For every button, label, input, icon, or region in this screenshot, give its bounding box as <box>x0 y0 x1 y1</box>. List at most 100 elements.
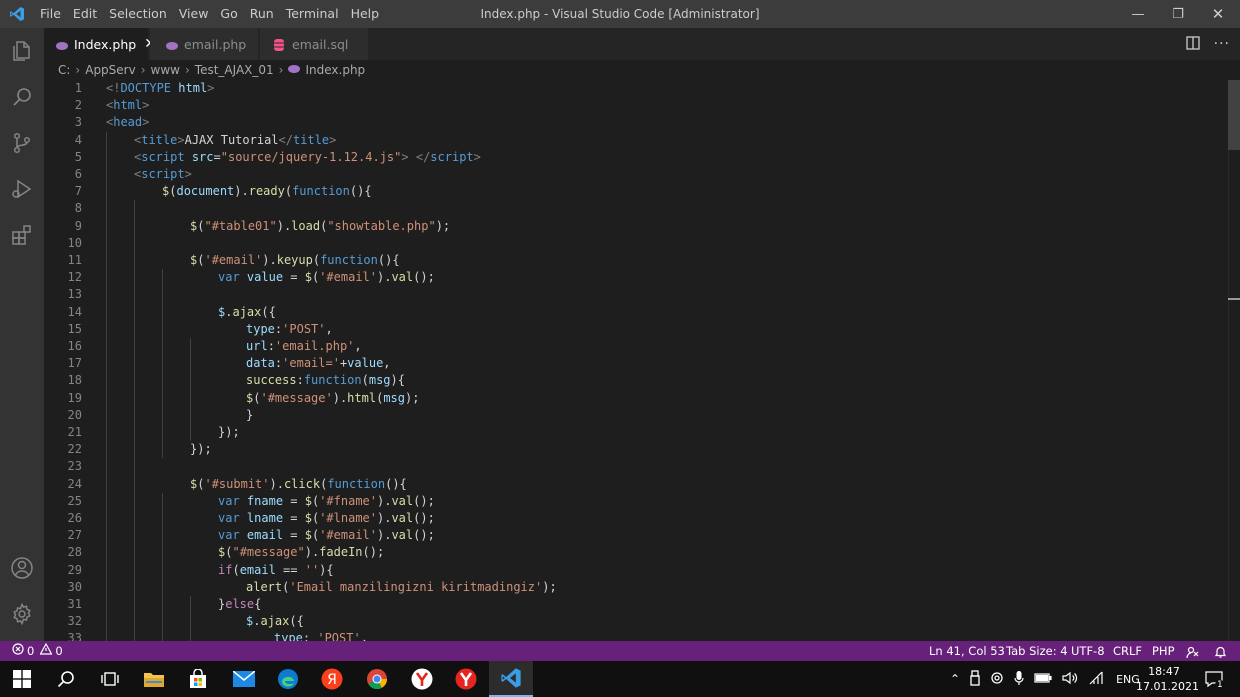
code-line[interactable]: 11 $('#email').keyup(function(){ <box>44 252 1224 269</box>
breadcrumb-item[interactable]: AppServ <box>85 63 135 77</box>
breadcrumb-item[interactable]: www <box>151 63 180 77</box>
microphone-icon[interactable] <box>1014 670 1024 689</box>
tab-index-php[interactable]: Index.php ✕ <box>44 28 156 60</box>
store-icon[interactable] <box>176 661 220 697</box>
menu-view[interactable]: View <box>173 0 215 28</box>
yandex-icon[interactable]: Я <box>310 661 354 697</box>
extensions-icon[interactable] <box>0 212 44 258</box>
more-actions-icon[interactable]: ··· <box>1214 36 1230 52</box>
code-text: type: 'POST', <box>274 631 368 641</box>
source-control-icon[interactable] <box>0 120 44 166</box>
problems-indicator[interactable]: 0 0 <box>12 641 63 661</box>
code-line[interactable]: 6 <script> <box>44 166 1224 183</box>
code-line[interactable]: 33 type: 'POST', <box>44 630 1224 641</box>
windows-start-icon[interactable] <box>0 661 44 697</box>
language-mode[interactable]: PHP <box>1152 641 1175 661</box>
code-line[interactable]: 2 <html> <box>44 97 1224 114</box>
code-line[interactable]: 22}); <box>44 441 1224 458</box>
restore-button[interactable]: ❐ <box>1158 0 1198 28</box>
code-line[interactable]: 5 <script src="source/jquery-1.12.4.js"> … <box>44 149 1224 166</box>
menu-terminal[interactable]: Terminal <box>280 0 345 28</box>
code-text: }else{ <box>218 597 262 611</box>
indent-guide <box>190 338 191 442</box>
code-line[interactable]: 18 success:function(msg){ <box>44 372 1224 389</box>
split-editor-icon[interactable] <box>1185 35 1200 54</box>
code-line[interactable]: 9 $("#table01").load("showtable.php"); <box>44 218 1224 235</box>
search-icon[interactable] <box>0 74 44 120</box>
code-line[interactable]: 1 <!DOCTYPE html> <box>44 80 1224 97</box>
code-line[interactable]: 32 $.ajax({ <box>44 613 1224 630</box>
code-line[interactable]: 17 data:'email='+value, <box>44 355 1224 372</box>
code-text: $("#message").fadeIn(); <box>218 545 385 560</box>
breadcrumb-item[interactable]: Test_AJAX_01 <box>195 63 274 77</box>
settings-gear-icon[interactable] <box>0 591 44 637</box>
code-line[interactable]: 26 var lname = $('#lname').val(); <box>44 510 1224 527</box>
breadcrumb-item[interactable]: Index.php <box>305 63 365 77</box>
code-line[interactable]: 20} <box>44 407 1224 424</box>
code-line[interactable]: 21}); <box>44 424 1224 441</box>
code-line[interactable]: 10 <box>44 235 1224 252</box>
code-line[interactable]: 29 if(email == ''){ <box>44 562 1224 579</box>
breadcrumb-item[interactable]: C: <box>58 63 70 77</box>
action-center-button[interactable]: 1 <box>1201 661 1227 697</box>
edge-icon[interactable] <box>266 661 310 697</box>
vpn-icon[interactable] <box>990 671 1004 688</box>
code-line[interactable]: 7 $(document).ready(function(){ <box>44 183 1224 200</box>
scrollbar-thumb[interactable] <box>1228 80 1240 150</box>
line-number: 7 <box>74 184 82 199</box>
code-line[interactable]: 31}else{ <box>44 596 1224 613</box>
show-hidden-icons-icon[interactable]: ⌃ <box>950 672 960 686</box>
end-of-line[interactable]: CRLF <box>1113 641 1142 661</box>
minimize-button[interactable]: — <box>1118 0 1158 28</box>
tab-size[interactable]: Tab Size: 4 <box>1006 641 1068 661</box>
menu-help[interactable]: Help <box>345 0 386 28</box>
editor-scrollbar[interactable] <box>1228 80 1240 641</box>
code-line[interactable]: 8 <box>44 200 1224 217</box>
clock[interactable]: 18:47 17.01.2021 <box>1136 664 1199 694</box>
notification-count-badge: 1 <box>1215 680 1225 690</box>
code-line[interactable]: 24 $('#submit').click(function(){ <box>44 476 1224 493</box>
usb-icon[interactable] <box>970 669 980 689</box>
explorer-icon[interactable] <box>0 28 44 74</box>
volume-icon[interactable] <box>1062 671 1078 688</box>
yandex-browser-2-icon[interactable] <box>444 661 488 697</box>
code-line[interactable]: 28 $("#message").fadeIn(); <box>44 544 1224 561</box>
close-window-button[interactable]: ✕ <box>1198 0 1238 28</box>
task-view-icon[interactable] <box>88 661 132 697</box>
code-text: } <box>246 407 254 422</box>
code-line[interactable]: 12 var value = $('#email').val(); <box>44 269 1224 286</box>
code-line[interactable]: 15 type:'POST', <box>44 321 1224 338</box>
line-number: 6 <box>74 167 82 181</box>
code-line[interactable]: 13 <box>44 286 1224 303</box>
code-editor[interactable]: 1 <!DOCTYPE html> 2 <html> 3 <head> 4 <title>AJ… <box>44 80 1240 641</box>
code-line[interactable]: 27 var email = $('#email').val(); <box>44 527 1224 544</box>
menu-selection[interactable]: Selection <box>103 0 173 28</box>
vscode-icon[interactable] <box>489 661 533 697</box>
code-line[interactable]: 25 var fname = $('#fname').val(); <box>44 493 1224 510</box>
wifi-icon[interactable] <box>1088 671 1104 688</box>
tab-email-php[interactable]: email.php <box>150 28 258 60</box>
account-icon[interactable] <box>0 545 44 591</box>
code-line[interactable]: 3 <head> <box>44 114 1224 131</box>
menu-file[interactable]: File <box>34 0 67 28</box>
menu-run[interactable]: Run <box>244 0 280 28</box>
battery-icon[interactable] <box>1034 672 1052 686</box>
menu-edit[interactable]: Edit <box>67 0 103 28</box>
code-line[interactable]: 30 alert('Email manzilingizni kiritmading… <box>44 579 1224 596</box>
file-explorer-icon[interactable] <box>132 661 176 697</box>
mail-icon[interactable] <box>222 661 266 697</box>
code-line[interactable]: 14 $.ajax({ <box>44 304 1224 321</box>
yandex-browser-icon[interactable] <box>400 661 444 697</box>
code-line[interactable]: 23 <box>44 458 1224 475</box>
indent-guide <box>162 269 163 459</box>
search-icon[interactable] <box>44 661 88 697</box>
chrome-icon[interactable] <box>355 661 399 697</box>
encoding[interactable]: UTF-8 <box>1071 641 1105 661</box>
code-line[interactable]: 19 $('#message').html(msg); <box>44 390 1224 407</box>
run-debug-icon[interactable] <box>0 166 44 212</box>
code-line[interactable]: 16 url:'email.php', <box>44 338 1224 355</box>
menu-go[interactable]: Go <box>214 0 243 28</box>
cursor-position[interactable]: Ln 41, Col 53 <box>929 641 1005 661</box>
tab-email-sql[interactable]: email.sql <box>260 28 368 60</box>
code-line[interactable]: 4 <title>AJAX Tutorial</title> <box>44 132 1224 149</box>
